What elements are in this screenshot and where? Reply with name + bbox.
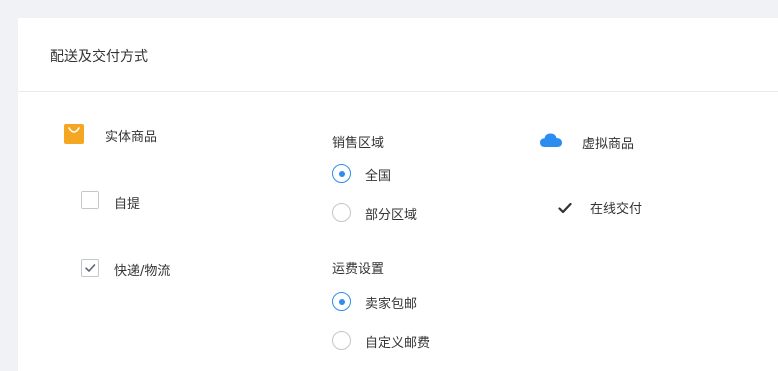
- sales-area-label: 销售区域: [332, 136, 385, 151]
- self-pickup-label[interactable]: 自提: [114, 193, 140, 212]
- nationwide-radio[interactable]: [332, 164, 351, 183]
- partial-area-radio[interactable]: [332, 203, 351, 222]
- radio-dot: [338, 170, 345, 177]
- card-title: 配送及交付方式: [50, 49, 148, 65]
- shopping-bag-icon: [64, 124, 84, 148]
- card-header: 配送及交付方式: [18, 18, 778, 92]
- physical-goods-label: 实体商品: [105, 130, 158, 145]
- delivery-card: 配送及交付方式 实体商品 自提 快递/物流 销售区域 全国 部分区域 运费设置 …: [18, 18, 778, 371]
- checkmark-icon: [558, 199, 572, 218]
- partial-area-label[interactable]: 部分区域: [365, 204, 417, 223]
- virtual-goods-label: 虚拟商品: [582, 137, 635, 152]
- custom-shipping-radio[interactable]: [332, 331, 351, 350]
- seller-free-shipping-radio[interactable]: [332, 292, 351, 311]
- seller-free-shipping-label[interactable]: 卖家包邮: [365, 293, 417, 312]
- cloud-icon: [539, 132, 563, 152]
- express-logistics-checkbox[interactable]: [81, 259, 99, 277]
- self-pickup-checkbox[interactable]: [81, 191, 99, 209]
- radio-dot: [338, 298, 345, 305]
- nationwide-label[interactable]: 全国: [365, 165, 391, 184]
- online-delivery-label[interactable]: 在线交付: [590, 198, 642, 217]
- express-logistics-label[interactable]: 快递/物流: [114, 260, 170, 279]
- checkbox-check-icon: [85, 264, 96, 272]
- custom-shipping-label[interactable]: 自定义邮费: [365, 332, 430, 351]
- shipping-settings-label: 运费设置: [332, 262, 385, 277]
